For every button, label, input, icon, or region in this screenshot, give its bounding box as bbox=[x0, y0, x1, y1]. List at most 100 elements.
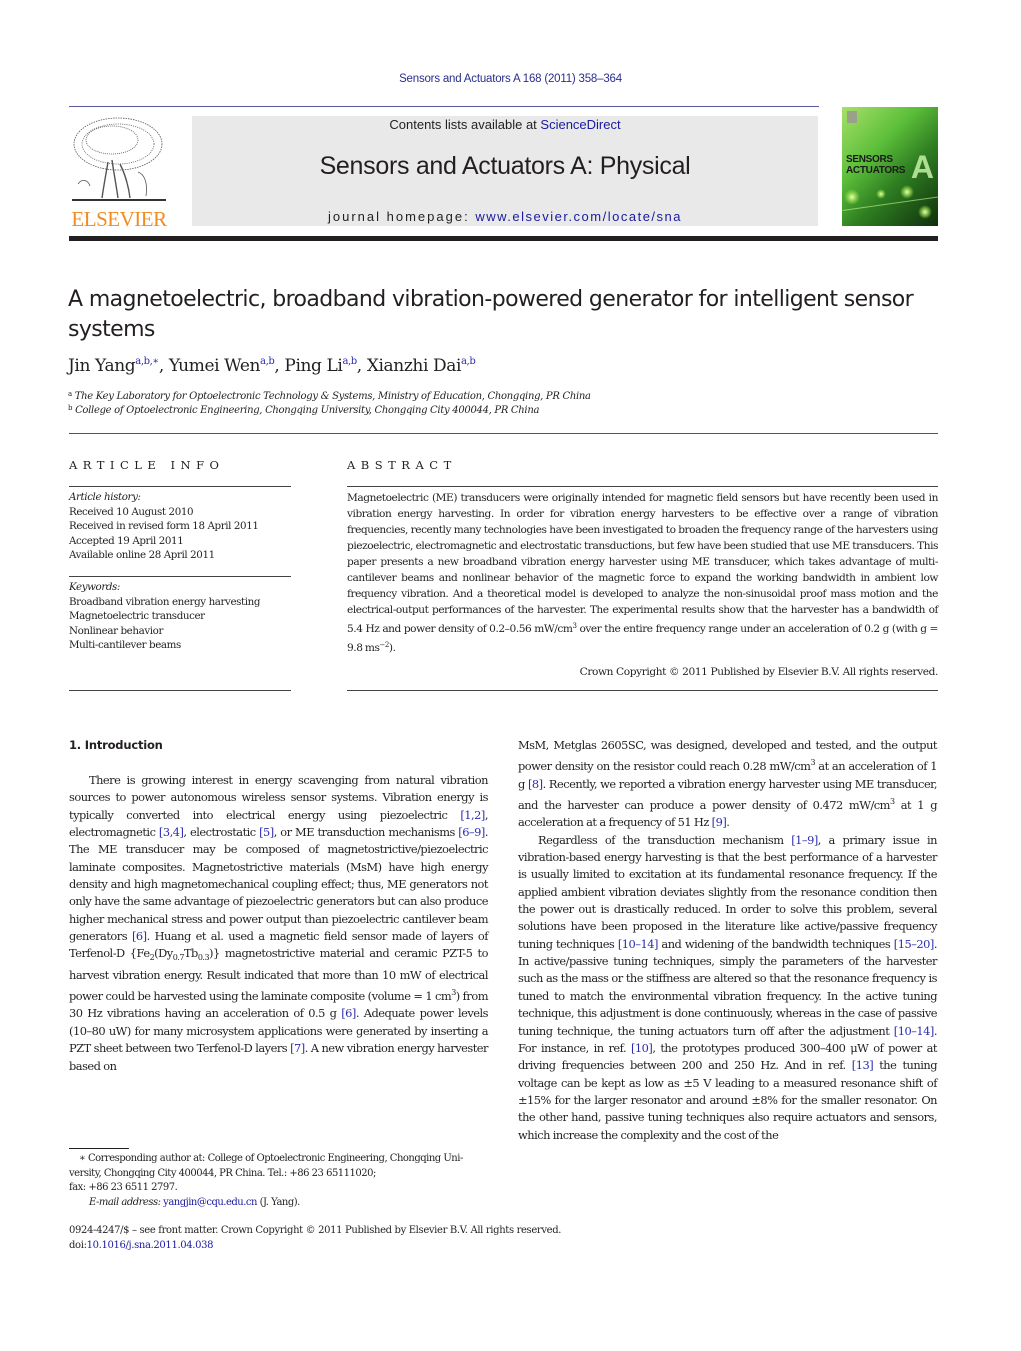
divider bbox=[69, 576, 291, 577]
fax-line: fax: +86 23 6511 2797. bbox=[69, 1182, 178, 1193]
keyword: Broadband vibration energy harvesting bbox=[69, 595, 261, 608]
email-line: E-mail address: yangjin@cqu.edu.cn (J. Y… bbox=[69, 1196, 488, 1211]
abstract-copyright: Crown Copyright © 2011 Published by Else… bbox=[579, 666, 939, 678]
citation-link[interactable]: [8] bbox=[528, 777, 543, 791]
text-run: and widening of the band­width technique… bbox=[657, 936, 894, 951]
citation-link[interactable]: [10–14] bbox=[618, 937, 659, 951]
text-run: . The ME transducer may be composed of m… bbox=[69, 825, 489, 944]
cover-glow-dot bbox=[918, 205, 932, 219]
text-run: b bbox=[68, 404, 73, 412]
section-heading-introduction: 1. Introduction bbox=[69, 738, 163, 752]
article-history: Article history: Received 10 August 2010… bbox=[69, 490, 299, 563]
text-run: The Key Laboratory for Optoelectronic Te… bbox=[74, 391, 591, 402]
text-run: . Recently, we reported a vibration ener… bbox=[518, 776, 938, 813]
cover-glow-dot bbox=[844, 189, 860, 205]
citation-link[interactable]: [3,4] bbox=[159, 825, 184, 839]
text-run: . In active/passive tuning techniques, s… bbox=[518, 936, 938, 1038]
text-run: 0.7 bbox=[172, 953, 185, 963]
journal-homepage-line: journal homepage: www.elsevier.com/locat… bbox=[192, 209, 818, 224]
paragraph: MsM, Metglas 2605SC, was designed, devel… bbox=[518, 737, 938, 832]
author-list: Jin Yanga,b,∗, Yumei Wena,b, Ping Lia,b,… bbox=[68, 356, 476, 376]
journal-cover-image: A SENSORS ACTUATORS bbox=[842, 107, 938, 226]
author-affiliation-mark[interactable]: a,b bbox=[461, 356, 476, 367]
abstract-text: Magnetoelectric (ME) transducers were or… bbox=[347, 490, 938, 656]
body-column-right: MsM, Metglas 2605SC, was designed, devel… bbox=[518, 737, 938, 1144]
author-affiliation-mark[interactable]: a,b bbox=[260, 356, 275, 367]
author-name: Yumei Wen bbox=[168, 356, 261, 376]
text-run: Regardless of the transduction mechanism bbox=[538, 832, 792, 847]
homepage-prefix: journal homepage: bbox=[328, 209, 476, 224]
text-run: doi: bbox=[69, 1240, 87, 1251]
citation-link[interactable]: [7] bbox=[290, 1041, 305, 1055]
history-entry: Received in revised form 18 April 2011 bbox=[69, 520, 259, 532]
citation-link[interactable]: [1,2] bbox=[460, 808, 485, 822]
contents-available-line: Contents lists available at ScienceDirec… bbox=[192, 117, 818, 132]
author-name: Xianzhi Dai bbox=[366, 356, 462, 376]
text-run: There is growing interest in energy scav… bbox=[69, 773, 489, 822]
header-heavy-divider bbox=[69, 236, 938, 241]
citation-link[interactable]: [6–9] bbox=[458, 825, 485, 839]
cover-glow-dot bbox=[876, 189, 886, 199]
citation-link[interactable]: [15–20] bbox=[894, 937, 935, 951]
footnote-divider bbox=[69, 1148, 129, 1149]
contents-prefix: Contents lists available at bbox=[389, 117, 541, 132]
citation-link[interactable]: [10] bbox=[631, 1041, 653, 1055]
body-column-left: There is growing interest in energy scav… bbox=[69, 772, 489, 1075]
keywords: Keywords: Broadband vibration energy har… bbox=[69, 580, 299, 653]
divider bbox=[347, 690, 938, 691]
affiliation-a: a The Key Laboratory for Optoelectronic … bbox=[68, 390, 591, 402]
citation-link[interactable]: [1–9] bbox=[791, 833, 818, 847]
cover-glow-dot bbox=[900, 185, 914, 199]
article-history-label: Article history: bbox=[69, 491, 141, 503]
title-divider bbox=[69, 433, 938, 434]
article-title: A magnetoelectric, broadband vibration-p… bbox=[68, 287, 914, 342]
history-entry: Received 10 August 2010 bbox=[69, 505, 194, 518]
publisher-logo-text: ELSEVIER bbox=[71, 207, 167, 231]
divider bbox=[347, 486, 938, 487]
text-run: (Dy bbox=[154, 946, 173, 961]
article-info-heading: ARTICLE INFO bbox=[69, 458, 225, 472]
email-link[interactable]: yangjin@cqu.edu.cn bbox=[163, 1197, 257, 1208]
text-run: Tb bbox=[183, 946, 198, 961]
text-run: ). bbox=[388, 642, 396, 654]
journal-title: Sensors and Actuators A: Physical bbox=[319, 152, 691, 180]
journal-homepage-link[interactable]: www.elsevier.com/locate/sna bbox=[475, 209, 682, 224]
citation-link[interactable]: [5] bbox=[259, 825, 274, 839]
author-affiliation-mark[interactable]: a,b bbox=[342, 356, 357, 367]
citation-link[interactable]: [9] bbox=[712, 815, 727, 829]
divider bbox=[69, 690, 291, 691]
text-run: Magnetoelectric (ME) transducers were or… bbox=[347, 492, 938, 635]
text-run: . bbox=[726, 815, 730, 830]
keyword: Magnetoelectric transducer bbox=[69, 610, 205, 622]
corresponding-author-text: ∗ Corresponding author at: College of Op… bbox=[69, 1153, 464, 1179]
cover-title: SENSORS ACTUATORS bbox=[846, 154, 905, 176]
text-run: (J. Yang). bbox=[256, 1196, 301, 1208]
text-run: 0.3 bbox=[197, 953, 210, 963]
keyword: Multi-cantilever beams bbox=[69, 639, 181, 651]
cover-letter: A bbox=[910, 149, 934, 185]
paragraph: Regardless of the transduction mechanism… bbox=[518, 832, 938, 1144]
doi-link[interactable]: 10.1016/j.sna.2011.04.038 bbox=[87, 1240, 214, 1251]
citation-link[interactable]: [6] bbox=[132, 929, 147, 943]
history-entry: Available online 28 April 2011 bbox=[69, 549, 215, 561]
sciencedirect-link[interactable]: ScienceDirect bbox=[540, 117, 620, 132]
doi-line: doi:10.1016/j.sna.2011.04.038 bbox=[69, 1240, 214, 1251]
keyword: Nonlinear behavior bbox=[69, 624, 163, 637]
issn-line: 0924-4247/$ – see front matter. Crown Co… bbox=[69, 1225, 562, 1236]
text-run: a bbox=[68, 390, 72, 398]
corresponding-author-footnote: ∗ Corresponding author at: College of Op… bbox=[69, 1152, 488, 1210]
author-name: Ping Li bbox=[284, 356, 343, 376]
citation-link[interactable]: [10–14] bbox=[894, 1024, 935, 1038]
cover-publisher-badge-icon bbox=[847, 111, 857, 123]
text-run: College of Optoelectronic Engineering, C… bbox=[75, 405, 540, 416]
affiliation-b: b College of Optoelectronic Engineering,… bbox=[68, 404, 539, 416]
text-run: , a primary issue in vibration-based ene… bbox=[518, 832, 938, 951]
text-run: , or ME transduction mechanisms bbox=[273, 825, 459, 840]
citation-link[interactable]: [6] bbox=[341, 1006, 356, 1020]
divider bbox=[69, 486, 291, 487]
abstract-heading: ABSTRACT bbox=[347, 458, 457, 472]
author-affiliation-mark[interactable]: a,b,∗ bbox=[135, 356, 159, 367]
journal-citation: Sensors and Actuators A 168 (2011) 358–3… bbox=[399, 73, 622, 85]
text-run: −2 bbox=[379, 641, 390, 649]
citation-link[interactable]: [13] bbox=[852, 1058, 874, 1072]
